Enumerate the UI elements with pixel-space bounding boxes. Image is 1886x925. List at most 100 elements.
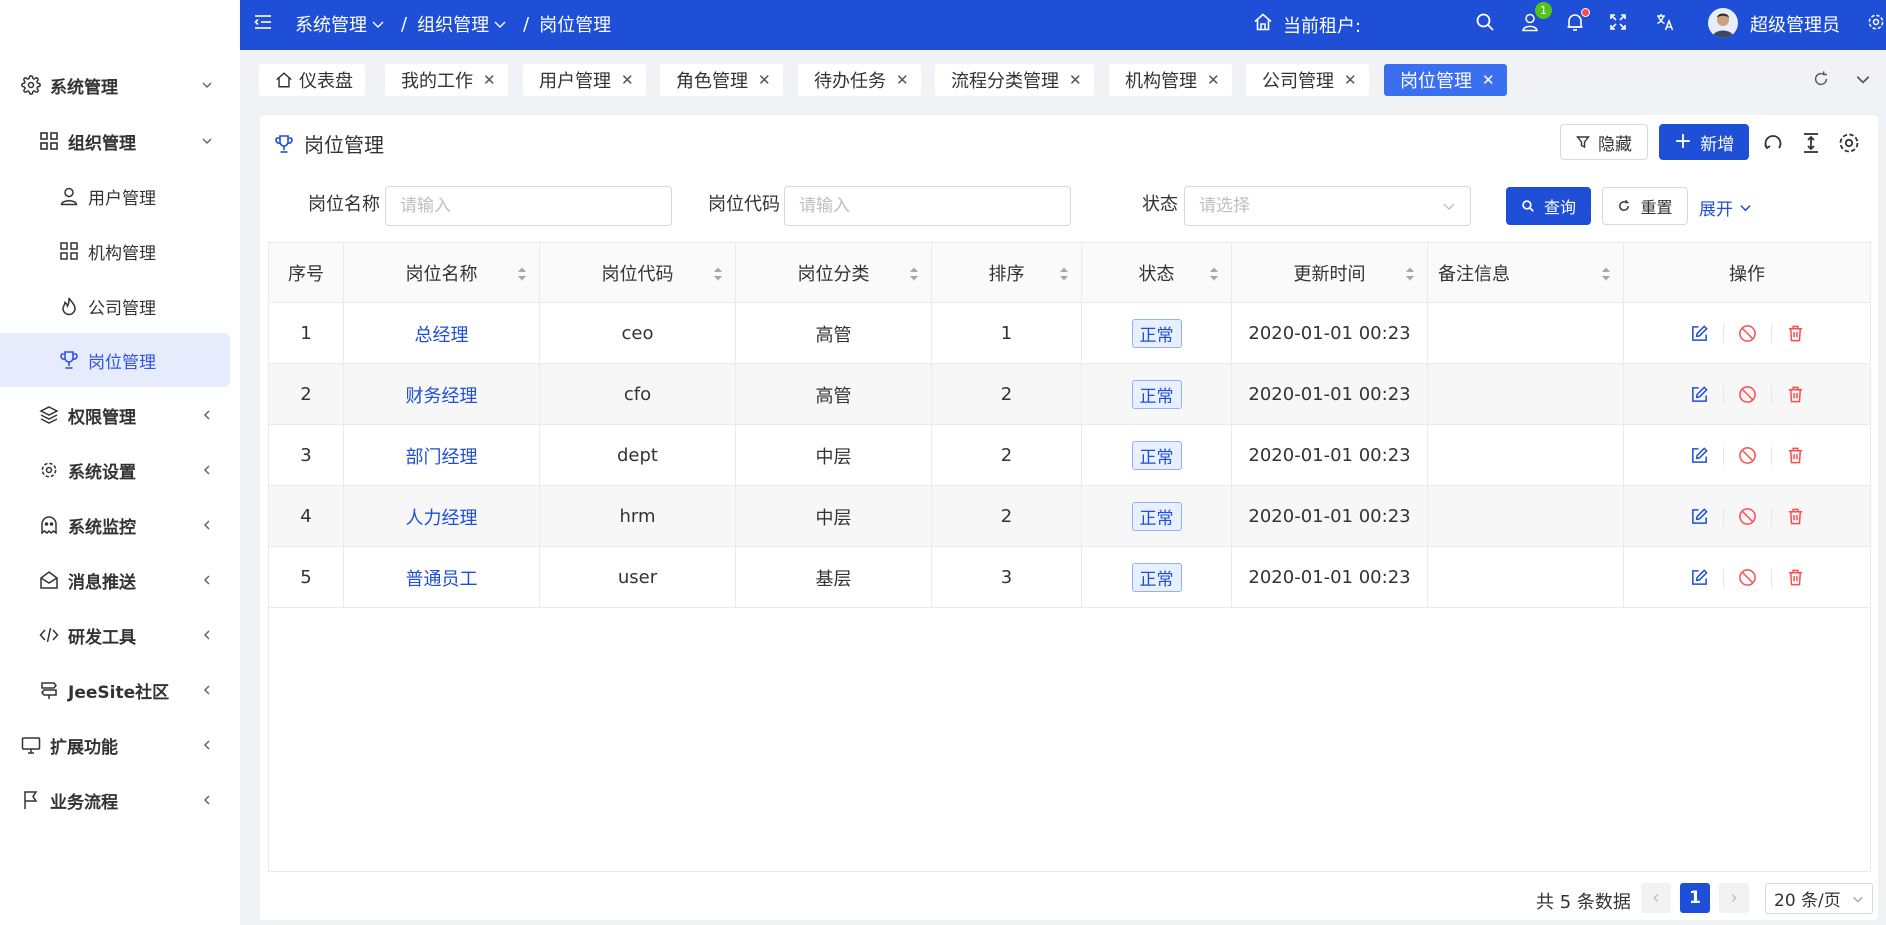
- bell-icon[interactable]: [1564, 8, 1590, 33]
- header-cell-updated[interactable]: 更新时间: [1232, 243, 1428, 303]
- add-button[interactable]: + 新增: [1659, 124, 1749, 160]
- header-cell-status[interactable]: 状态: [1082, 243, 1232, 303]
- sidebar-item-system-settings[interactable]: 系统设置: [0, 444, 230, 496]
- tab-process-category[interactable]: 流程分类管理 ✕: [935, 64, 1094, 96]
- disable-icon[interactable]: [1738, 568, 1757, 587]
- fullscreen-icon[interactable]: [1607, 11, 1629, 33]
- home-icon[interactable]: [1252, 11, 1274, 33]
- sort-icon[interactable]: [517, 266, 527, 282]
- query-button[interactable]: 查询: [1506, 187, 1591, 225]
- breadcrumb-item[interactable]: 组织管理: [417, 11, 489, 37]
- sort-icon[interactable]: [1059, 266, 1069, 282]
- sidebar-item-jeesite-community[interactable]: JeeSite社区: [0, 664, 230, 716]
- tab-todo-tasks[interactable]: 待办任务 ✕: [798, 64, 921, 96]
- expand-link[interactable]: 展开: [1699, 195, 1752, 220]
- sort-icon[interactable]: [909, 266, 919, 282]
- tab-office-management[interactable]: 机构管理 ✕: [1109, 64, 1232, 96]
- close-icon[interactable]: ✕: [758, 71, 771, 89]
- disable-icon[interactable]: [1738, 507, 1757, 526]
- tab-post-management[interactable]: 岗位管理 ✕: [1384, 64, 1507, 96]
- sidebar-item-extensions[interactable]: 扩展功能: [0, 719, 230, 771]
- delete-icon[interactable]: [1786, 324, 1805, 343]
- gear-icon[interactable]: [1865, 11, 1886, 33]
- avatar[interactable]: [1708, 8, 1738, 38]
- edit-icon[interactable]: [1690, 507, 1709, 526]
- close-icon[interactable]: ✕: [1207, 71, 1220, 89]
- cell-sort: 2: [932, 425, 1082, 486]
- settings-icon[interactable]: [1837, 131, 1861, 155]
- header-cell-category[interactable]: 岗位分类: [736, 243, 932, 303]
- sidebar-item-dev-tools[interactable]: 研发工具: [0, 609, 230, 661]
- username[interactable]: 超级管理员: [1750, 11, 1840, 37]
- tab-dashboard[interactable]: 仪表盘: [259, 64, 365, 96]
- sidebar-item-system-monitor[interactable]: 系统监控: [0, 499, 230, 551]
- tab-role-management[interactable]: 角色管理 ✕: [660, 64, 783, 96]
- page-number-current[interactable]: 1: [1680, 883, 1710, 913]
- prev-page-button[interactable]: [1641, 883, 1671, 913]
- sort-icon[interactable]: [1209, 266, 1219, 282]
- delete-icon[interactable]: [1786, 385, 1805, 404]
- tab-user-management[interactable]: 用户管理 ✕: [523, 64, 646, 96]
- reset-button[interactable]: 重置: [1602, 187, 1688, 225]
- breadcrumb-item[interactable]: 系统管理: [295, 11, 367, 37]
- edit-icon[interactable]: [1690, 568, 1709, 587]
- close-icon[interactable]: ✕: [1344, 71, 1357, 89]
- sidebar-item-message-push[interactable]: 消息推送: [0, 554, 230, 606]
- edit-icon[interactable]: [1690, 385, 1709, 404]
- sort-icon[interactable]: [1405, 266, 1415, 282]
- header-cell-sort[interactable]: 排序: [932, 243, 1082, 303]
- column-height-icon[interactable]: [1800, 132, 1822, 154]
- sort-icon[interactable]: [1601, 266, 1611, 282]
- post-name-link[interactable]: 普通员工: [406, 565, 478, 591]
- disable-icon[interactable]: [1738, 385, 1757, 404]
- sidebar-item-office-management[interactable]: 机构管理: [0, 225, 230, 277]
- sidebar-item-system-management[interactable]: 系统管理: [0, 59, 230, 111]
- sort-icon[interactable]: [713, 266, 723, 282]
- sidebar-item-post-management[interactable]: 岗位管理: [0, 333, 230, 387]
- disable-icon[interactable]: [1738, 446, 1757, 465]
- disable-icon[interactable]: [1738, 324, 1757, 343]
- delete-icon[interactable]: [1786, 507, 1805, 526]
- post-code-input[interactable]: 请输入: [784, 186, 1071, 226]
- header-cell-name[interactable]: 岗位名称: [344, 243, 540, 303]
- sidebar-item-user-management[interactable]: 用户管理: [0, 170, 230, 222]
- chevron-down-icon[interactable]: [1855, 71, 1871, 87]
- cell-actions: [1624, 547, 1870, 608]
- hide-button[interactable]: 隐藏: [1560, 124, 1648, 160]
- tab-my-work[interactable]: 我的工作 ✕: [385, 64, 508, 96]
- translate-icon[interactable]: [1654, 11, 1676, 33]
- close-icon[interactable]: ✕: [621, 71, 634, 89]
- post-code-label: 岗位代码: [708, 194, 780, 215]
- header-cell-remark[interactable]: 备注信息: [1428, 243, 1624, 303]
- close-icon[interactable]: ✕: [896, 71, 909, 89]
- page-size-select[interactable]: 20 条/页: [1765, 883, 1873, 914]
- sidebar-item-business-process[interactable]: 业务流程: [0, 774, 230, 826]
- sidebar-item-org-management[interactable]: 组织管理: [0, 115, 230, 167]
- breadcrumb-item[interactable]: 岗位管理: [539, 11, 611, 37]
- delete-icon[interactable]: [1786, 446, 1805, 465]
- reload-icon[interactable]: [1762, 132, 1784, 154]
- menu-fold-icon[interactable]: [252, 11, 274, 33]
- edit-icon[interactable]: [1690, 446, 1709, 465]
- tab-company-management[interactable]: 公司管理 ✕: [1246, 64, 1369, 96]
- delete-icon[interactable]: [1786, 568, 1805, 587]
- breadcrumb: 系统管理 / 组织管理 / 岗位管理: [295, 11, 611, 37]
- status-select[interactable]: 请选择: [1184, 186, 1471, 226]
- edit-icon[interactable]: [1690, 324, 1709, 343]
- post-name-link[interactable]: 人力经理: [406, 504, 478, 530]
- online-users-icon[interactable]: 1: [1520, 2, 1552, 33]
- header-cell-code[interactable]: 岗位代码: [540, 243, 736, 303]
- breadcrumb-separator: /: [523, 13, 530, 35]
- post-name-input[interactable]: 请输入: [385, 186, 672, 226]
- search-icon[interactable]: [1474, 11, 1496, 33]
- sidebar-item-permission-management[interactable]: 权限管理: [0, 389, 230, 441]
- refresh-icon[interactable]: [1812, 70, 1830, 88]
- sidebar-item-company-management[interactable]: 公司管理: [0, 280, 230, 332]
- next-page-button[interactable]: [1719, 883, 1749, 913]
- post-name-link[interactable]: 财务经理: [406, 382, 478, 408]
- close-icon[interactable]: ✕: [1069, 71, 1082, 89]
- close-icon[interactable]: ✕: [483, 71, 496, 89]
- post-name-link[interactable]: 部门经理: [406, 443, 478, 469]
- post-name-link[interactable]: 总经理: [415, 321, 469, 347]
- close-icon[interactable]: ✕: [1482, 71, 1495, 89]
